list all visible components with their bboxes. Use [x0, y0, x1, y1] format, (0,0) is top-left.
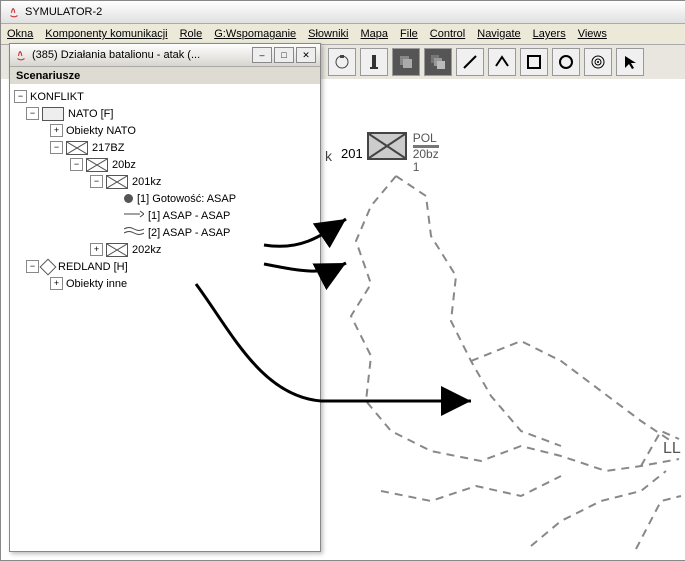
menu-layers[interactable]: Layers	[527, 28, 572, 40]
unit-bot: 1	[413, 161, 439, 174]
tree-nato-obj[interactable]: + Obiekty NATO	[12, 122, 318, 139]
menu-navigate[interactable]: Navigate	[471, 28, 526, 40]
java-icon	[7, 5, 21, 19]
unit-icon	[106, 243, 128, 257]
unit-icon	[86, 158, 108, 172]
tree-20bz[interactable]: − 20bz	[12, 156, 318, 173]
menu-file[interactable]: File	[394, 28, 424, 40]
tree-asap2[interactable]: [2] ASAP - ASAP	[12, 224, 318, 241]
unit-icon	[42, 107, 64, 121]
tree-nato[interactable]: − NATO [F]	[12, 105, 318, 122]
expand-icon[interactable]: +	[90, 243, 103, 256]
task-arrow-icon	[124, 209, 144, 222]
unit-icon	[66, 141, 88, 155]
unit-right-labels: POL 20bz 1	[413, 132, 439, 174]
map-trunc-label: k	[325, 148, 332, 164]
scenario-titlebar[interactable]: (385) Działania batalionu - atak (... – …	[10, 44, 320, 67]
tree-root[interactable]: − KONFLIKT	[12, 88, 318, 105]
tree-201kz[interactable]: − 201kz	[12, 173, 318, 190]
tool-decal[interactable]	[328, 48, 356, 76]
status-dot-icon	[124, 194, 133, 203]
collapse-icon[interactable]: −	[14, 90, 27, 103]
scenario-tree[interactable]: − KONFLIKT − NATO [F] + Obiekty NATO − 2…	[10, 84, 320, 551]
map-unit-201[interactable]: 201 POL 20bz 1	[341, 132, 439, 174]
tool-target[interactable]	[584, 48, 612, 76]
menu-wspomaganie[interactable]: G:Wspomaganie	[208, 28, 302, 40]
scenario-title: (385) Działania batalionu - atak (...	[32, 49, 250, 61]
menu-komponenty[interactable]: Komponenty komunikacji	[39, 28, 173, 40]
unit-country: POL	[413, 132, 439, 145]
main-title: SYMULATOR-2	[25, 6, 102, 18]
menubar: Okna Komponenty komunikacji Role G:Wspom…	[1, 24, 685, 45]
minimize-button[interactable]: –	[252, 47, 272, 63]
menu-views[interactable]: Views	[572, 28, 613, 40]
map-cut-label: LL	[663, 440, 681, 458]
collapse-icon[interactable]: −	[26, 260, 39, 273]
tool-line[interactable]	[456, 48, 484, 76]
task-arrow-icon	[124, 226, 144, 239]
menu-control[interactable]: Control	[424, 28, 471, 40]
tree-redland[interactable]: − REDLAND [H]	[12, 258, 318, 275]
hostile-icon	[40, 258, 57, 275]
collapse-icon[interactable]: −	[26, 107, 39, 120]
unit-icon	[106, 175, 128, 189]
tool-stack1[interactable]	[392, 48, 420, 76]
menu-mapa[interactable]: Mapa	[355, 28, 395, 40]
menu-okna[interactable]: Okna	[1, 28, 39, 40]
close-button[interactable]: ✕	[296, 47, 316, 63]
tool-stack2[interactable]	[424, 48, 452, 76]
tool-marker[interactable]	[360, 48, 388, 76]
main-titlebar: SYMULATOR-2	[1, 1, 685, 24]
tool-circle[interactable]	[552, 48, 580, 76]
expand-icon[interactable]: +	[50, 277, 63, 290]
tree-ready[interactable]: [1] Gotowość: ASAP	[12, 190, 318, 207]
tool-cursor[interactable]	[616, 48, 644, 76]
collapse-icon[interactable]: −	[50, 141, 63, 154]
expand-icon[interactable]: +	[50, 124, 63, 137]
tree-217bz[interactable]: − 217BZ	[12, 139, 318, 156]
unit-left-label: 201	[341, 146, 363, 161]
tree-other[interactable]: + Obiekty inne	[12, 275, 318, 292]
collapse-icon[interactable]: −	[70, 158, 83, 171]
tree-202kz[interactable]: + 202kz	[12, 241, 318, 258]
java-icon	[14, 48, 28, 62]
scenario-window[interactable]: (385) Działania batalionu - atak (... – …	[9, 43, 321, 552]
tool-square[interactable]	[520, 48, 548, 76]
tree-asap1[interactable]: [1] ASAP - ASAP	[12, 207, 318, 224]
unit-symbol-icon	[367, 132, 407, 160]
menu-slowniki[interactable]: Słowniki	[302, 28, 354, 40]
maximize-button[interactable]: □	[274, 47, 294, 63]
menu-role[interactable]: Role	[174, 28, 209, 40]
collapse-icon[interactable]: −	[90, 175, 103, 188]
tool-roof[interactable]	[488, 48, 516, 76]
unit-mid: 20bz	[413, 145, 439, 161]
